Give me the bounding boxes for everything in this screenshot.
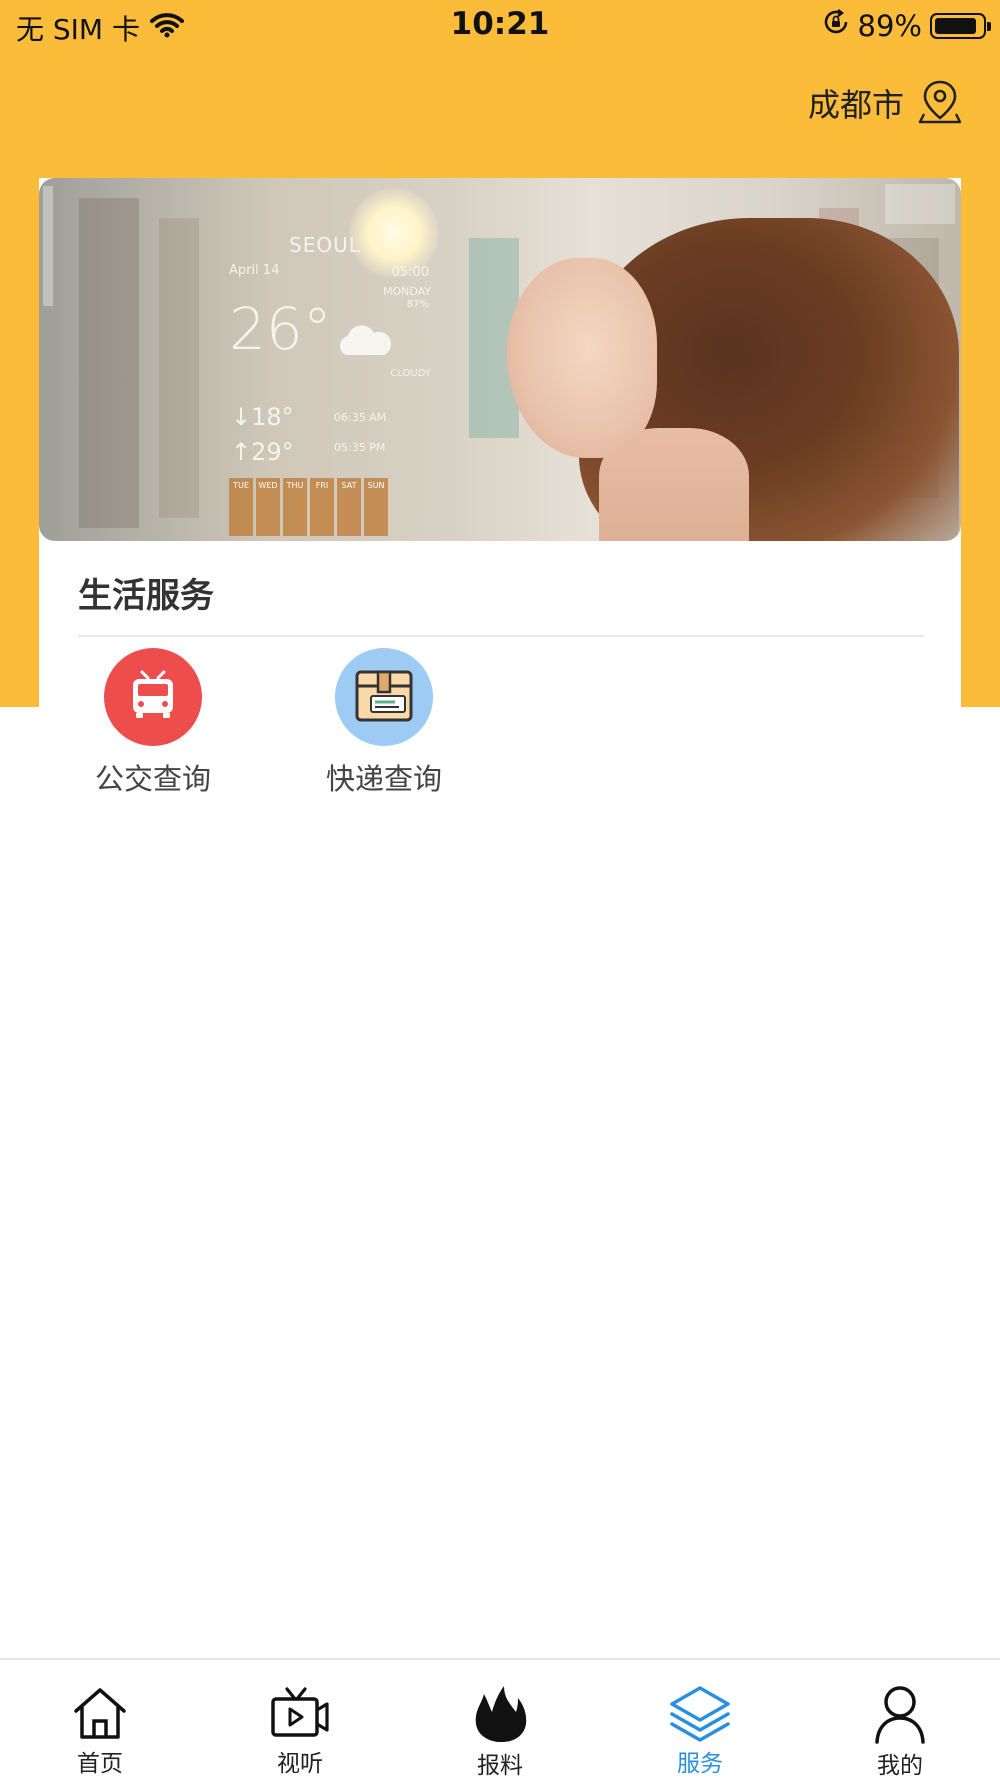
weather-condition: CLOUDY — [390, 368, 431, 379]
weather-time: 05:00 — [391, 265, 429, 280]
tv-icon — [268, 1684, 332, 1742]
tab-home[interactable]: 首页 — [0, 1660, 200, 1778]
tab-media[interactable]: 视听 — [200, 1660, 400, 1778]
photo-face — [507, 258, 657, 458]
tab-bar: 首页 视听 报料 服务 我的 — [0, 1658, 1000, 1778]
tab-services[interactable]: 服务 — [600, 1660, 800, 1778]
bus-query-button[interactable]: 公交查询 — [78, 648, 228, 798]
weather-sunset: 05:35 PM — [334, 441, 386, 454]
bus-query-label: 公交查询 — [94, 762, 211, 796]
tab-services-label: 服务 — [677, 1751, 723, 1777]
weather-forecast: TUE WED THU FRI SAT SUN — [229, 478, 388, 536]
city-label: 成都市 — [807, 86, 904, 124]
tab-mine[interactable]: 我的 — [800, 1660, 1000, 1778]
weather-overlay: SEOUL April 14 05:00 MONDAY 87% 26° CLOU… — [229, 233, 439, 536]
cloud-icon — [334, 321, 394, 365]
weather-sunrise: 06:35 AM — [334, 411, 387, 424]
status-bar: 无 SIM 卡 10:21 89% — [0, 0, 1000, 52]
weather-date: April 14 — [229, 263, 280, 278]
express-query-button[interactable]: 快递查询 — [309, 648, 459, 798]
bus-icon-circle — [104, 648, 202, 746]
weather-humidity: 87% — [406, 299, 429, 310]
weather-city: SEOUL — [289, 233, 361, 257]
tab-mine-label: 我的 — [877, 1753, 923, 1778]
city-selector[interactable]: 成都市 — [808, 78, 962, 128]
forecast-day: SAT — [337, 478, 361, 536]
tab-home-label: 首页 — [77, 1751, 123, 1777]
weather-temperature: 26° — [229, 295, 332, 363]
user-icon — [868, 1684, 932, 1744]
weather-low: ↓18° — [231, 403, 294, 431]
section-divider — [78, 635, 924, 637]
banner-image[interactable]: SEOUL April 14 05:00 MONDAY 87% 26° CLOU… — [39, 178, 961, 541]
battery-icon — [930, 12, 991, 39]
flame-icon — [468, 1684, 532, 1744]
express-query-label: 快递查询 — [325, 762, 442, 796]
weather-day: MONDAY — [382, 285, 431, 298]
rotation-lock-icon — [822, 8, 850, 43]
forecast-day: THU — [283, 478, 307, 536]
bus-icon — [124, 666, 182, 728]
location-pin-icon — [918, 78, 962, 128]
battery-percent: 89% — [857, 8, 922, 43]
forecast-day: SUN — [364, 478, 388, 536]
package-icon — [351, 664, 417, 730]
section-title: 生活服务 — [78, 576, 214, 616]
tab-report[interactable]: 报料 — [400, 1660, 600, 1778]
forecast-day: FRI — [310, 478, 334, 536]
layers-icon — [668, 1684, 732, 1742]
service-card: SEOUL April 14 05:00 MONDAY 87% 26° CLOU… — [39, 178, 961, 798]
weather-high: ↑29° — [231, 438, 294, 466]
package-icon-circle — [335, 648, 433, 746]
tab-report-label: 报料 — [477, 1753, 523, 1778]
home-icon — [68, 1684, 132, 1742]
forecast-day: TUE — [229, 478, 253, 536]
tab-media-label: 视听 — [277, 1751, 323, 1777]
forecast-day: WED — [256, 478, 280, 536]
